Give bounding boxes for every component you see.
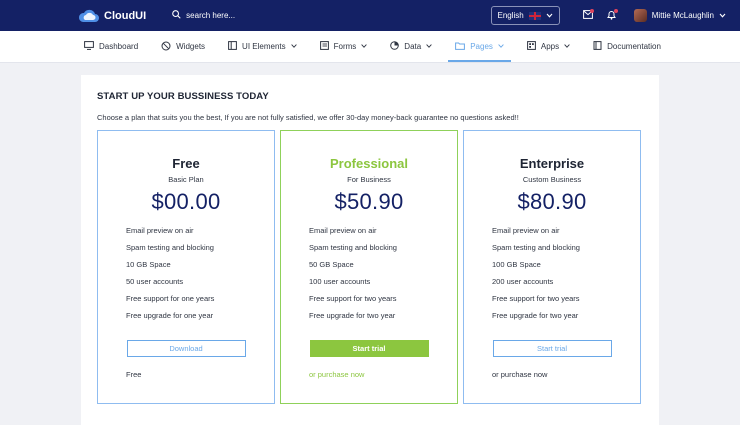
plan-name: Professional <box>329 156 409 171</box>
list-item: 100 GB Space <box>492 260 541 269</box>
notifications-button[interactable] <box>600 4 624 28</box>
cloud-logo-icon <box>78 8 100 24</box>
nav-label: Documentation <box>607 42 661 51</box>
book-icon <box>593 41 602 52</box>
brand-name: CloudUI <box>104 9 147 22</box>
start-trial-button[interactable]: Start trial <box>309 340 429 357</box>
list-item: Free support for two years <box>309 294 397 303</box>
list-item: Email preview on air <box>309 226 377 235</box>
grid-icon <box>526 41 536 52</box>
start-trial-button[interactable]: Start trial <box>492 340 612 357</box>
purchase-link[interactable]: or purchase now <box>464 370 640 379</box>
plan-free: Free Basic Plan $00.00 Email preview on … <box>97 130 275 404</box>
chevron-down-icon <box>361 43 368 50</box>
plan-professional: Professional For Business $50.90 Email p… <box>280 130 458 404</box>
plan-price: $80.90 <box>517 189 587 214</box>
nav-label: Apps <box>540 42 560 51</box>
nav-item-ui-elements[interactable]: UI Elements <box>221 31 304 62</box>
list-item: Spam testing and blocking <box>126 243 214 252</box>
nav-label: Widgets <box>176 42 206 51</box>
nav-label: Forms <box>333 42 357 51</box>
search-icon[interactable] <box>172 10 181 21</box>
monitor-icon <box>84 41 94 52</box>
language-selector[interactable]: English <box>490 6 560 25</box>
brand-logo[interactable]: CloudUI <box>78 8 146 24</box>
nav-label: Dashboard <box>99 42 139 51</box>
pricing-card: START UP YOUR BUSSINESS TODAY Choose a p… <box>81 75 659 425</box>
user-name: Mittie McLaughlin <box>651 11 714 20</box>
plan-tagline: Custom Business <box>522 175 582 184</box>
feature-list: Email preview on air Spam testing and bl… <box>98 222 274 324</box>
main-nav: Dashboard Widgets UI Elements Forms Data… <box>0 31 740 63</box>
notification-dot <box>613 8 618 13</box>
list-item: 100 user accounts <box>309 277 371 286</box>
list-item: Free upgrade for one year <box>126 311 214 320</box>
nav-item-documentation[interactable]: Documentation <box>586 31 668 62</box>
unread-dot <box>589 8 594 13</box>
feature-list: Email preview on air Spam testing and bl… <box>464 222 640 324</box>
plan-tagline: For Business <box>347 175 391 184</box>
plan-tagline: Basic Plan <box>168 175 204 184</box>
avatar <box>633 9 647 22</box>
top-bar: CloudUI English Mitt <box>0 0 740 31</box>
nav-item-data[interactable]: Data <box>383 31 439 62</box>
chevron-down-icon <box>290 43 297 50</box>
folder-icon <box>455 42 466 52</box>
nav-label: UI Elements <box>242 42 286 51</box>
page-subtitle: Choose a plan that suits you the best, I… <box>97 113 519 122</box>
list-item: 10 GB Space <box>126 260 171 269</box>
pie-icon <box>390 41 400 52</box>
list-icon <box>319 41 329 52</box>
nav-item-pages[interactable]: Pages <box>448 31 511 62</box>
columns-icon <box>228 41 237 52</box>
plan-name: Free <box>172 156 200 171</box>
list-item: Free support for two years <box>492 294 580 303</box>
search-input[interactable] <box>186 11 307 20</box>
page-title: START UP YOUR BUSSINESS TODAY <box>97 91 269 102</box>
nav-item-forms[interactable]: Forms <box>313 31 375 62</box>
nav-item-dashboard[interactable]: Dashboard <box>77 31 145 62</box>
user-menu[interactable]: Mittie McLaughlin <box>633 9 726 22</box>
list-item: 50 user accounts <box>126 277 184 286</box>
list-item: Spam testing and blocking <box>492 243 580 252</box>
plan-name: Enterprise <box>519 156 585 171</box>
chevron-down-icon <box>426 43 432 50</box>
chevron-down-icon <box>546 11 553 20</box>
language-label: English <box>497 11 524 20</box>
chevron-down-icon <box>719 11 726 20</box>
list-item: Spam testing and blocking <box>309 243 397 252</box>
search-box[interactable] <box>172 10 307 21</box>
messages-button[interactable] <box>576 4 600 28</box>
nav-item-widgets[interactable]: Widgets <box>154 31 212 62</box>
list-item: Free upgrade for two year <box>309 311 396 320</box>
plan-footer: Free <box>126 370 142 379</box>
list-item: Email preview on air <box>126 226 194 235</box>
chevron-down-icon <box>498 43 504 50</box>
list-item: Free upgrade for two year <box>492 311 579 320</box>
plan-price: $00.00 <box>151 189 221 214</box>
slash-circle-icon <box>161 41 171 53</box>
nav-label: Data <box>404 42 422 51</box>
list-item: 200 user accounts <box>492 277 554 286</box>
feature-list: Email preview on air Spam testing and bl… <box>281 222 457 324</box>
nav-label: Pages <box>470 42 493 51</box>
list-item: 50 GB Space <box>309 260 354 269</box>
purchase-link[interactable]: or purchase now <box>281 370 457 379</box>
list-item: Free support for one years <box>126 294 215 303</box>
nav-item-apps[interactable]: Apps <box>520 31 577 62</box>
plan-price: $50.90 <box>334 189 404 214</box>
chevron-down-icon <box>564 43 570 50</box>
list-item: Email preview on air <box>492 226 560 235</box>
plan-enterprise: Enterprise Custom Business $80.90 Email … <box>463 130 641 404</box>
download-button[interactable]: Download <box>126 340 246 357</box>
uk-flag-icon <box>528 11 541 20</box>
